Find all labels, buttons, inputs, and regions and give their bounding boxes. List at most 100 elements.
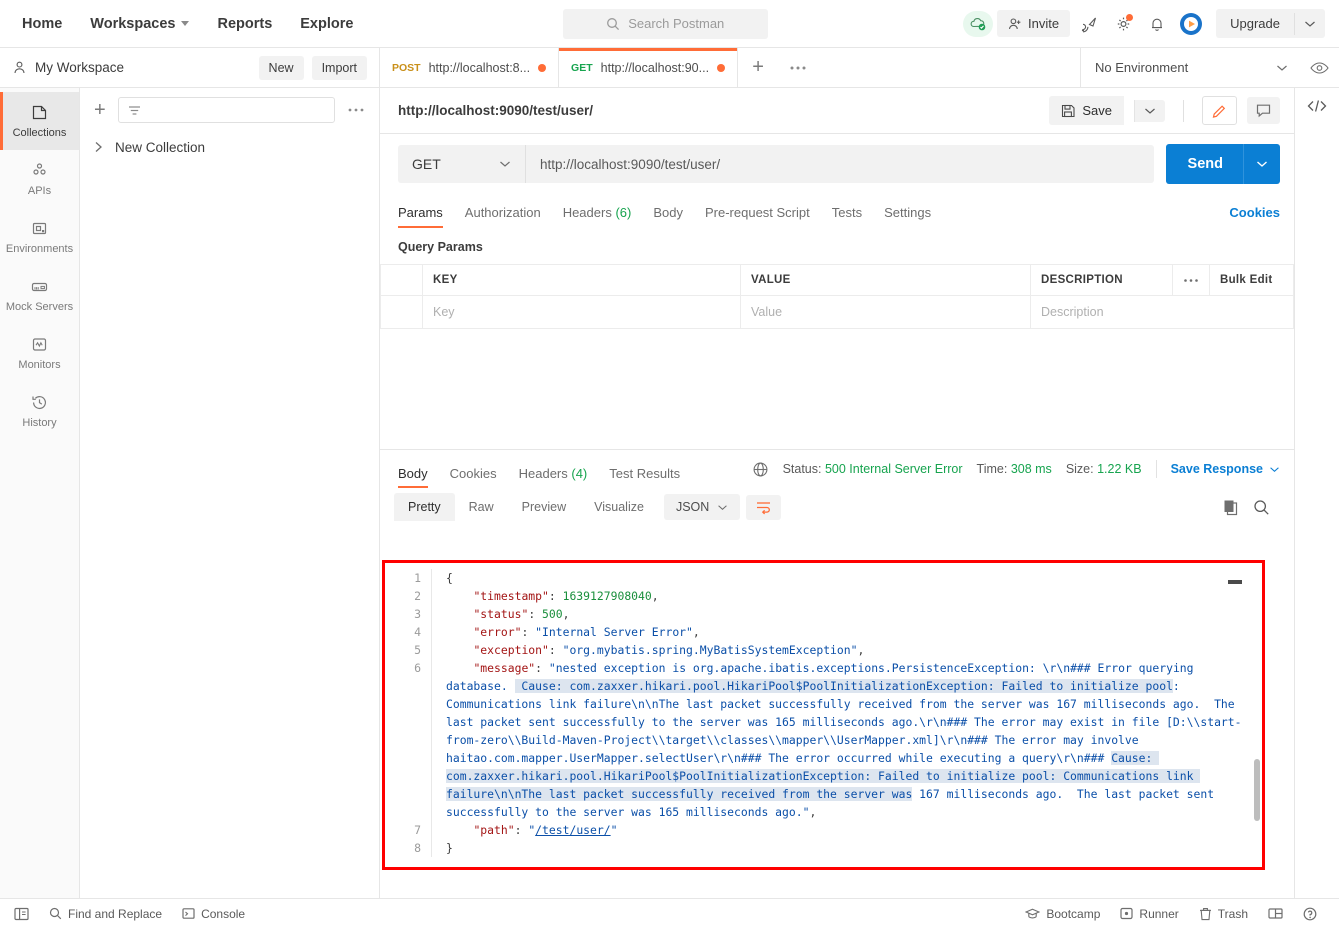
bootcamp-label: Bootcamp <box>1046 906 1101 921</box>
collections-filter-input[interactable] <box>117 97 335 123</box>
copy-icon[interactable] <box>1223 499 1239 516</box>
comment-icon[interactable] <box>1247 97 1280 124</box>
tabs-more-icon[interactable] <box>778 48 818 87</box>
code-line-text[interactable]: "status": 500, <box>432 605 1262 623</box>
environment-chevron-down-icon[interactable] <box>1276 64 1288 72</box>
bulk-edit-button[interactable]: Bulk Edit <box>1209 264 1294 296</box>
content-type-select[interactable]: JSON <box>663 494 741 520</box>
edit-pencil-icon[interactable] <box>1202 96 1237 125</box>
code-line-text[interactable]: "timestamp": 1639127908040, <box>432 587 1262 605</box>
table-header-row: KEY VALUE DESCRIPTION Bulk Edit <box>380 264 1294 296</box>
collections-icon <box>30 103 49 122</box>
nav-reports[interactable]: Reports <box>203 10 286 38</box>
nav-workspaces-label: Workspaces <box>90 15 176 32</box>
sidebar-item-mock-servers[interactable]: Mock Servers <box>0 266 79 324</box>
workspace-name[interactable]: My Workspace <box>35 60 251 75</box>
word-wrap-icon[interactable] <box>746 494 782 520</box>
response-tab-test-results[interactable]: Test Results <box>598 466 691 488</box>
sidebar-item-apis[interactable]: APIs <box>0 150 79 208</box>
sidebar-item-history[interactable]: History <box>0 382 79 440</box>
code-line-text[interactable]: "path": "/test/user/" <box>432 821 1262 839</box>
find-and-replace-button[interactable]: Find and Replace <box>39 907 172 921</box>
nav-home[interactable]: Home <box>14 10 76 38</box>
globe-icon[interactable] <box>752 461 769 478</box>
pane-drag-handle[interactable] <box>1228 580 1242 584</box>
code-snippet-icon[interactable] <box>1306 98 1328 114</box>
console-button[interactable]: Console <box>172 907 255 921</box>
params-more-icon[interactable] <box>1172 264 1210 296</box>
sidebar-item-environments[interactable]: Environments <box>0 208 79 266</box>
import-button[interactable]: Import <box>311 55 367 80</box>
save-response-button[interactable]: Save Response <box>1171 462 1280 476</box>
code-line-text[interactable]: "message": "nested exception is org.apac… <box>432 659 1262 821</box>
runner-button[interactable]: Runner <box>1110 907 1188 921</box>
response-tab-headers[interactable]: Headers (4) <box>508 466 599 488</box>
upgrade-chevron-down-icon[interactable] <box>1294 12 1325 35</box>
format-preview[interactable]: Preview <box>508 493 580 521</box>
help-button[interactable] <box>1293 907 1327 921</box>
row-key-input[interactable]: Key <box>422 295 741 329</box>
new-tab-button[interactable]: + <box>738 48 778 87</box>
format-visualize[interactable]: Visualize <box>580 493 658 521</box>
format-raw[interactable]: Raw <box>455 493 508 521</box>
nav-workspaces[interactable]: Workspaces <box>76 10 203 38</box>
save-chevron-down-icon[interactable] <box>1134 99 1165 122</box>
bell-icon[interactable] <box>1142 9 1172 39</box>
code-token: : <box>521 625 536 639</box>
table-row[interactable]: Key Value Description <box>380 295 1294 329</box>
environment-selector[interactable]: No Environment <box>1095 60 1268 75</box>
request-tab-post[interactable]: POST http://localhost:8... <box>380 48 560 87</box>
row-checkbox[interactable] <box>380 295 423 329</box>
response-tabs: Body Cookies Headers (4) Test Results <box>398 450 691 488</box>
collections-more-icon[interactable] <box>343 107 369 113</box>
response-tab-cookies[interactable]: Cookies <box>439 466 508 488</box>
tab-authorization[interactable]: Authorization <box>454 205 552 228</box>
request-tab-get[interactable]: GET http://localhost:90... <box>559 48 739 87</box>
tab-body[interactable]: Body <box>642 205 694 228</box>
satellite-icon[interactable] <box>1074 9 1104 39</box>
row-description-input[interactable]: Description <box>1030 295 1294 329</box>
send-button[interactable]: Send <box>1166 156 1243 172</box>
upgrade-button[interactable]: Upgrade <box>1216 9 1294 38</box>
trash-button[interactable]: Trash <box>1189 907 1258 921</box>
cookies-link[interactable]: Cookies <box>1229 205 1280 228</box>
code-line-text[interactable]: { <box>432 569 1262 587</box>
search-input[interactable]: Search Postman <box>562 8 768 39</box>
add-collection-button[interactable]: + <box>90 99 110 122</box>
tab-params[interactable]: Params <box>398 205 454 228</box>
tab-tests[interactable]: Tests <box>821 205 873 228</box>
save-button[interactable]: Save <box>1049 96 1124 125</box>
cloud-sync-icon[interactable] <box>963 10 994 37</box>
sidebar-item-collections[interactable]: Collections <box>0 92 79 150</box>
response-body-code[interactable]: 1{2 "timestamp": 1639127908040, 3 "status… <box>385 563 1262 867</box>
method-select[interactable]: GET <box>398 145 526 183</box>
collection-item-new-collection[interactable]: New Collection <box>80 132 379 162</box>
nav-explore[interactable]: Explore <box>286 10 367 38</box>
search-icon[interactable] <box>1253 499 1270 516</box>
mock-servers-icon <box>30 277 49 296</box>
invite-button[interactable]: Invite <box>997 10 1071 37</box>
response-scrollbar-thumb[interactable] <box>1254 759 1260 821</box>
send-chevron-down-icon[interactable] <box>1243 144 1280 184</box>
code-line: 1{ <box>385 569 1262 587</box>
sidebar-toggle-button[interactable] <box>12 907 39 921</box>
gear-icon[interactable] <box>1108 9 1138 39</box>
bootcamp-button[interactable]: Bootcamp <box>1023 907 1110 921</box>
tab-headers[interactable]: Headers (6) <box>552 205 643 228</box>
url-input[interactable]: http://localhost:9090/test/user/ <box>526 145 1154 183</box>
sidebar-item-monitors[interactable]: Monitors <box>0 324 79 382</box>
response-tab-body[interactable]: Body <box>398 466 439 488</box>
code-line-text[interactable]: "exception": "org.mybatis.spring.MyBatis… <box>432 641 1262 659</box>
postman-avatar-icon[interactable] <box>1176 9 1206 39</box>
row-value-input[interactable]: Value <box>740 295 1031 329</box>
layout-toggle-button[interactable] <box>1258 907 1293 920</box>
code-token: "error" <box>473 625 522 639</box>
format-pretty[interactable]: Pretty <box>394 493 455 521</box>
chevron-right-icon[interactable] <box>94 141 103 153</box>
code-line-text[interactable]: "error": "Internal Server Error", <box>432 623 1262 641</box>
tab-settings[interactable]: Settings <box>873 205 942 228</box>
environment-quick-look-icon[interactable] <box>1296 61 1329 75</box>
tab-pre-request-script[interactable]: Pre-request Script <box>694 205 821 228</box>
new-button[interactable]: New <box>258 55 304 80</box>
code-line-text[interactable]: } <box>432 839 1262 857</box>
